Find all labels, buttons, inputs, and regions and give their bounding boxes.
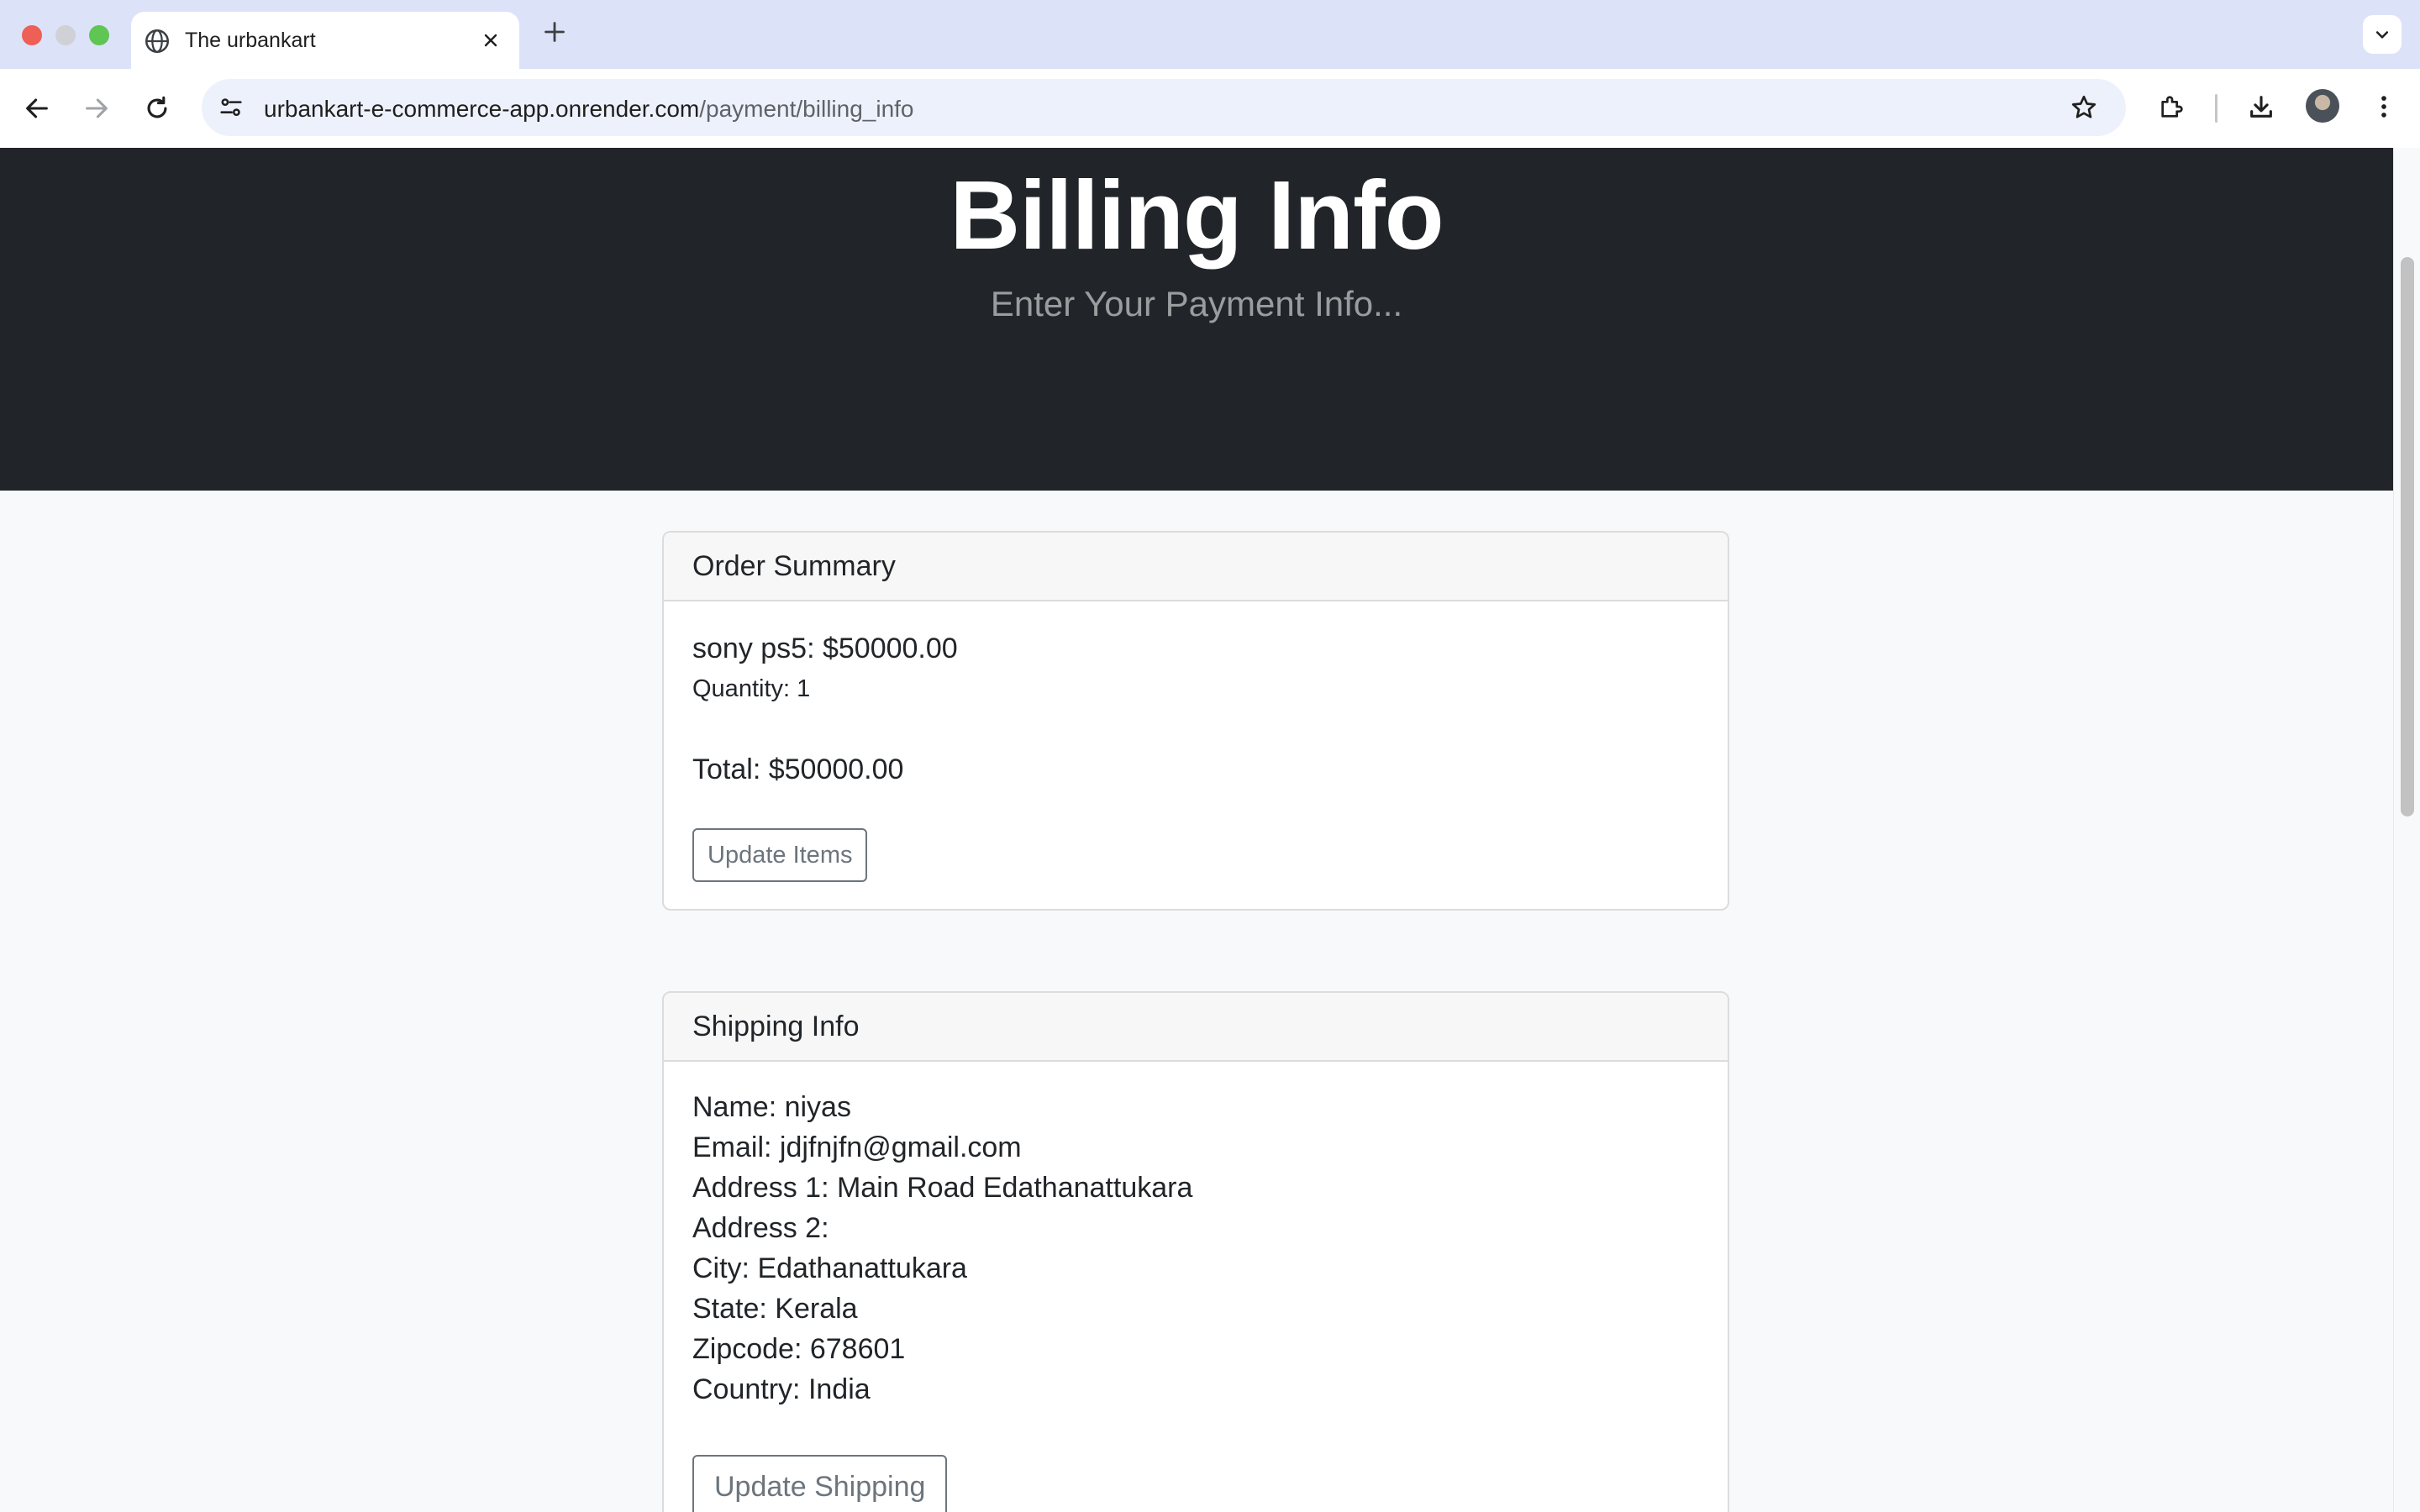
browser-toolbar: urbankart-e-commerce-app.onrender.com/pa… [0,69,2420,148]
site-info-icon[interactable] [217,93,245,122]
order-item-line: sony ps5: $50000.00 [692,633,958,664]
update-items-button[interactable]: Update Items [692,828,868,882]
shipping-info-header: Shipping Info [664,993,1728,1062]
menu-kebab-icon[interactable] [2370,92,2398,121]
tab-search-button[interactable] [2363,15,2402,54]
shipping-address-1: Address 1: Main Road Edathanattukara [692,1172,1193,1204]
bookmark-star-icon[interactable] [2069,92,2099,123]
window-close-button[interactable] [22,25,42,45]
scrollbar-thumb[interactable] [2401,257,2414,816]
shipping-state: State: Kerala [692,1293,858,1325]
new-tab-plus-icon[interactable] [543,20,566,44]
order-total-line: Total: $50000.00 [692,753,904,785]
toolbar-separator [2215,94,2217,123]
forward-arrow-icon[interactable] [82,94,111,123]
shipping-info-card: Shipping Info Name: niyas Email: jdjfnjf… [662,991,1729,1512]
hero-header: Billing Info Enter Your Payment Info... [0,148,2393,491]
browser-tab-active[interactable]: The urbankart [131,12,519,69]
extensions-icon[interactable] [2158,92,2186,121]
tab-title: The urbankart [185,29,316,52]
globe-icon [145,29,170,54]
shipping-zipcode: Zipcode: 678601 [692,1333,906,1365]
page-title: Billing Info [950,160,1444,270]
back-arrow-icon[interactable] [23,94,51,123]
shipping-city: City: Edathanattukara [692,1252,967,1284]
chevron-down-icon [2375,31,2389,39]
url-host: urbankart-e-commerce-app.onrender.com [264,96,700,122]
shipping-details-list: Name: niyas Email: jdjfnjfn@gmail.com Ad… [692,1087,1192,1410]
page-subtitle: Enter Your Payment Info... [990,284,1403,323]
window-minimize-button[interactable] [55,25,76,45]
shipping-name: Name: niyas [692,1091,851,1123]
download-icon[interactable] [2247,92,2275,121]
profile-avatar-icon[interactable] [2306,89,2339,123]
order-quantity-line: Quantity: 1 [692,675,811,702]
url-path: /payment/billing_info [699,96,914,122]
order-summary-card: Order Summary sony ps5: $50000.00 Quanti… [662,531,1729,911]
page-scrollbar[interactable] [2393,148,2420,1512]
shipping-country: Country: India [692,1373,871,1405]
update-shipping-button[interactable]: Update Shipping [692,1455,948,1512]
url-text: urbankart-e-commerce-app.onrender.com/pa… [264,96,914,123]
address-bar[interactable]: urbankart-e-commerce-app.onrender.com/pa… [202,79,2126,136]
shipping-email: Email: jdjfnjfn@gmail.com [692,1131,1022,1163]
tab-close-icon[interactable] [481,30,501,50]
order-summary-header: Order Summary [664,533,1728,601]
page-viewport: Billing Info Enter Your Payment Info... … [0,148,2420,1512]
browser-tab-bar: The urbankart [0,0,2420,69]
reload-icon[interactable] [143,94,171,123]
shipping-address-2: Address 2: [692,1212,829,1244]
window-maximize-button[interactable] [89,25,109,45]
